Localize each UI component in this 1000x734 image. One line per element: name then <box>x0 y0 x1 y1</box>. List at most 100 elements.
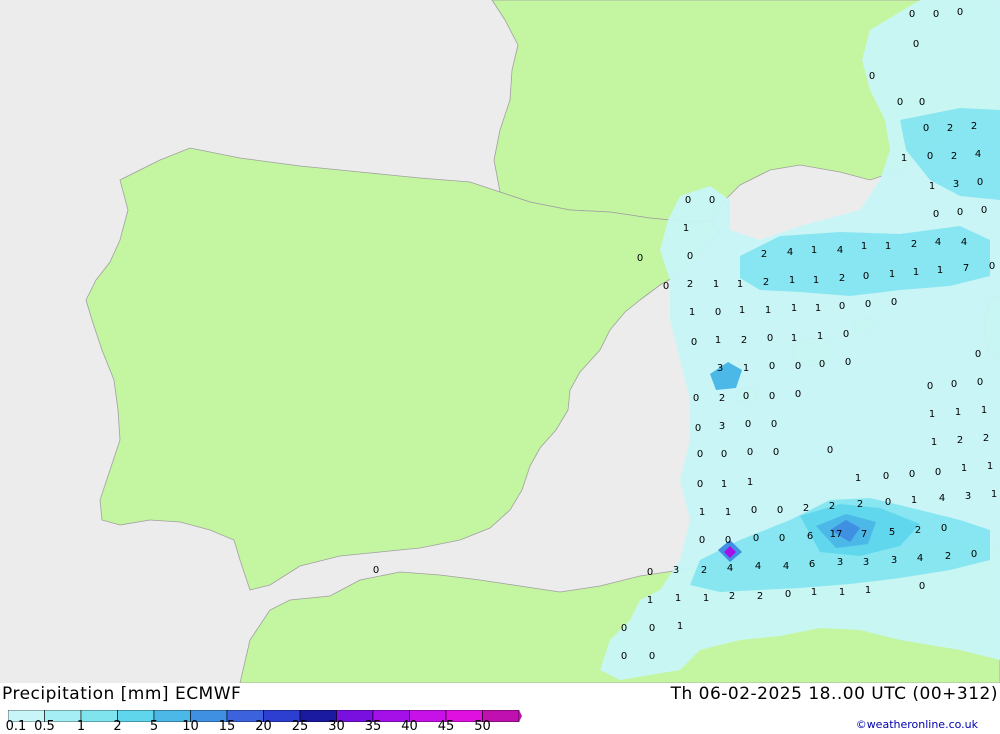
color-scale-labels: 0.1 0.5 1 2 5 10 15 20 25 30 35 40 45 50 <box>0 719 520 734</box>
precip-value: 1 <box>765 305 771 316</box>
precip-value: 4 <box>727 563 733 574</box>
precip-value: 1 <box>689 307 695 318</box>
precip-value: 0 <box>927 151 933 162</box>
precip-value: 3 <box>965 491 971 502</box>
precip-value: 0 <box>767 333 773 344</box>
precip-value: 1 <box>961 463 967 474</box>
precip-value: 1 <box>889 269 895 280</box>
precip-value: 1 <box>791 303 797 314</box>
scale-label: 45 <box>437 719 455 734</box>
precip-value: 0 <box>923 123 929 134</box>
precip-value: 1 <box>811 245 817 256</box>
precip-value: 0 <box>957 7 963 18</box>
precip-value: 5 <box>889 527 895 538</box>
precip-value: 0 <box>771 419 777 430</box>
precip-value: 2 <box>957 435 963 446</box>
precip-value: 2 <box>741 335 747 346</box>
precip-value: 3 <box>717 363 723 374</box>
precip-value: 0 <box>933 209 939 220</box>
precip-value: 2 <box>701 565 707 576</box>
precip-value: 4 <box>755 561 761 572</box>
precip-value: 4 <box>939 493 945 504</box>
scale-label: 35 <box>364 719 382 734</box>
precip-value: 1 <box>677 621 683 632</box>
precip-value: 0 <box>891 297 897 308</box>
precip-value: 1 <box>703 593 709 604</box>
precip-value: 0 <box>957 207 963 218</box>
footer-bar: Precipitation [mm] ECMWF Th 06-02-2025 1… <box>0 683 1000 734</box>
scale-label: 30 <box>328 719 345 734</box>
precip-value: 2 <box>803 503 809 514</box>
precip-value: 0 <box>865 299 871 310</box>
precip-value: 0 <box>909 469 915 480</box>
precip-value: 0 <box>919 97 925 108</box>
precip-value: 0 <box>977 177 983 188</box>
precip-value: 4 <box>975 149 981 160</box>
precip-value: 1 <box>715 335 721 346</box>
valid-time: Th 06-02-2025 18..00 UTC (00+312) <box>670 684 998 704</box>
precip-value: 2 <box>945 551 951 562</box>
precip-value: 4 <box>917 553 923 564</box>
precip-value: 0 <box>747 447 753 458</box>
precip-value: 2 <box>911 239 917 250</box>
precip-value: 0 <box>649 623 655 634</box>
precip-value: 1 <box>811 587 817 598</box>
precip-value: 2 <box>761 249 767 260</box>
credit-link[interactable]: ©weatheronline.co.uk <box>856 718 978 731</box>
precip-value: 0 <box>691 337 697 348</box>
precip-value: 0 <box>697 449 703 460</box>
precip-value: 1 <box>981 405 987 416</box>
precip-value: 1 <box>885 241 891 252</box>
precip-value: 2 <box>729 591 735 602</box>
precip-value: 1 <box>955 407 961 418</box>
precip-value: 1 <box>931 437 937 448</box>
precip-value: 1 <box>929 409 935 420</box>
precip-value: 0 <box>795 389 801 400</box>
scale-label: 40 <box>401 719 418 734</box>
precip-value: 0 <box>745 419 751 430</box>
precip-value: 2 <box>857 499 863 510</box>
precip-value: 1 <box>739 305 745 316</box>
precip-value: 4 <box>961 237 967 248</box>
precip-value: 1 <box>987 461 993 472</box>
precip-value: 1 <box>817 331 823 342</box>
precip-value: 4 <box>787 247 793 258</box>
precip-value: 0 <box>933 9 939 20</box>
precip-value: 0 <box>863 271 869 282</box>
precip-value: 2 <box>983 433 989 444</box>
precip-value: 0 <box>637 253 643 264</box>
precip-value: 0 <box>721 449 727 460</box>
scale-label: 1 <box>76 719 86 734</box>
precip-value: 3 <box>953 179 959 190</box>
scale-label: 5 <box>149 719 159 734</box>
precip-value: 0 <box>699 535 705 546</box>
precip-value: 0 <box>695 423 701 434</box>
precip-value: 0 <box>819 359 825 370</box>
precip-value: 3 <box>863 557 869 568</box>
precip-value: 0 <box>795 361 801 372</box>
precip-value: 3 <box>891 555 897 566</box>
precip-value: 2 <box>757 591 763 602</box>
precip-value: 2 <box>687 279 693 290</box>
precip-value: 0 <box>773 447 779 458</box>
precip-value: 0 <box>919 581 925 592</box>
precip-value: 1 <box>913 267 919 278</box>
precip-value: 0 <box>839 301 845 312</box>
precip-value: 1 <box>855 473 861 484</box>
precip-value: 2 <box>719 393 725 404</box>
precip-value: 0 <box>693 393 699 404</box>
precip-value: 1 <box>747 477 753 488</box>
precip-value: 0 <box>909 9 915 20</box>
precip-value: 1 <box>911 495 917 506</box>
precip-value: 1 <box>675 593 681 604</box>
precip-value: 0 <box>779 533 785 544</box>
precip-value: 0 <box>621 623 627 634</box>
precip-value: 0 <box>663 281 669 292</box>
map-title: Precipitation [mm] ECMWF <box>2 684 242 704</box>
precip-value: 0 <box>649 651 655 662</box>
precip-value: 1 <box>865 585 871 596</box>
precipitation-map: 0 0 0 0 0 0 0 0 2 2 1 0 2 4 1 3 0 0 0 0 0 0 1 0 0 2 4 1 4 1 1 2 4 4 0 2 1 1 2 1… <box>0 0 1000 683</box>
precip-value: 0 <box>977 377 983 388</box>
precip-value: 1 <box>743 363 749 374</box>
scale-label: 25 <box>291 719 309 734</box>
